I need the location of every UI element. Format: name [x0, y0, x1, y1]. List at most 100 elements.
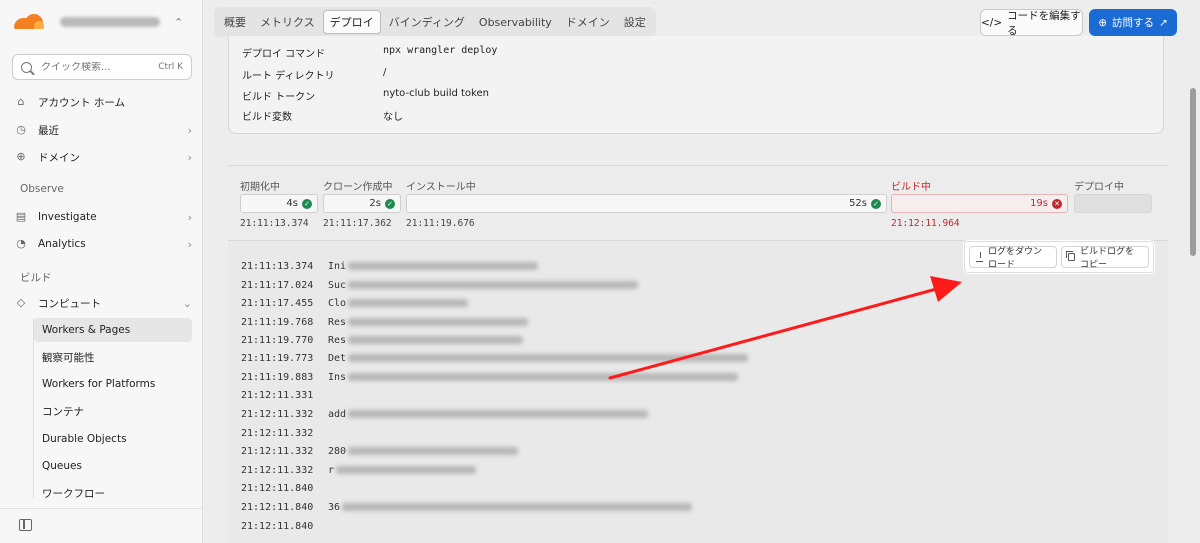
stage-progress: 52s ✓ [406, 194, 887, 213]
stage-timestamp: 21:11:17.362 [323, 218, 392, 229]
subnav-workflows[interactable]: ワークフロー [34, 481, 192, 505]
edit-code-label: コードを編集する [1007, 9, 1081, 37]
stage-name: 初期化中 [240, 182, 280, 193]
log-line: 21:12:11.840 [241, 479, 328, 497]
stage-name: クローン作成中 [323, 182, 393, 193]
subnav-queues[interactable]: Queues [34, 454, 192, 478]
config-label: ビルド トークン [242, 92, 316, 103]
stage-progress: 4s ✓ [240, 194, 318, 213]
tab-domains[interactable]: ドメイン [560, 10, 616, 34]
download-icon [976, 251, 983, 262]
nav-account-home[interactable]: ⌂ アカウント ホーム [14, 90, 192, 114]
stage-progress: 19s ✕ [891, 194, 1068, 213]
copy-log-label: ビルドログをコピー [1079, 247, 1134, 270]
subnav-containers[interactable]: コンテナ [34, 399, 192, 423]
log-line: 21:12:11.332 280 [241, 442, 519, 460]
copy-build-log-button[interactable]: ビルドログをコピー [1061, 246, 1149, 270]
redacted-text [348, 281, 639, 289]
section-observe: Observe [20, 183, 64, 195]
stage-building: ビルド中 [891, 178, 931, 193]
download-log-button[interactable]: ログをダウンロード [969, 246, 1058, 270]
search-input[interactable] [41, 61, 159, 73]
tab-observability[interactable]: Observability [473, 10, 558, 34]
stage-name: ビルド中 [891, 182, 931, 193]
stage-initializing: 初期化中 [240, 178, 280, 193]
build-log: 21:11:13.374 Ini 21:11:17.024 Suc 21:11:17… [228, 240, 1168, 543]
tab-deployments[interactable]: デプロイ [322, 10, 381, 34]
search-icon [21, 61, 32, 73]
log-timestamp: 21:12:11.840 [241, 520, 314, 532]
redacted-text [348, 410, 649, 418]
log-message: Det [328, 352, 347, 364]
subnav-observability[interactable]: 観察可能性 [34, 345, 192, 369]
tab-overview[interactable]: 概要 [218, 10, 252, 34]
log-line: 21:12:11.332 r [241, 461, 477, 479]
chevron-right-icon: › [187, 150, 192, 164]
stage-progress: 2s ✓ [323, 194, 401, 213]
log-message: Ini [328, 260, 347, 272]
log-line: 21:12:11.332 add [241, 405, 649, 423]
nav-investigate[interactable]: ▤ Investigate › [14, 205, 192, 229]
stage-timestamp: 21:12:11.964 [891, 218, 960, 229]
log-message: add [328, 408, 347, 420]
log-timestamp: 21:12:11.332 [241, 445, 314, 457]
stage-name: インストール中 [406, 182, 476, 193]
stage-installing: インストール中 [406, 178, 476, 193]
stage-duration: 19s [1030, 198, 1048, 209]
scrollbar-thumb[interactable] [1190, 88, 1196, 256]
log-message: r [328, 464, 335, 476]
log-actions: ログをダウンロード ビルドログをコピー [964, 241, 1154, 273]
log-message: 280 [328, 445, 347, 457]
log-message: Suc [328, 279, 347, 291]
account-switcher[interactable]: ⌃ [12, 8, 192, 36]
sidebar-footer [0, 508, 203, 543]
redacted-text [348, 299, 469, 307]
account-name [60, 17, 160, 27]
nav-label: コンピュート [38, 297, 101, 310]
stage-timestamp: 21:11:13.374 [240, 218, 309, 229]
log-line: 21:11:17.455 Clo [241, 294, 469, 312]
chevron-right-icon: › [187, 123, 192, 137]
copy-icon [1066, 251, 1075, 261]
check-circle-icon: ✓ [871, 198, 881, 209]
nav-compute[interactable]: ◇ コンピュート ⌄ [14, 291, 192, 315]
subnav-workers-pages[interactable]: Workers & Pages [34, 318, 192, 342]
log-line: 21:11:19.768 Res [241, 313, 529, 331]
nav-label: 最近 [38, 124, 59, 137]
home-icon: ⌂ [17, 95, 25, 108]
edit-code-button[interactable]: </> コードを編集する [980, 9, 1083, 37]
log-timestamp: 21:11:13.374 [241, 260, 314, 272]
tab-settings[interactable]: 設定 [618, 10, 652, 34]
external-link-icon: ↗ [1159, 16, 1168, 29]
redacted-text [336, 466, 477, 474]
log-timestamp: 21:12:11.840 [241, 482, 314, 494]
log-message: 36 [328, 501, 341, 513]
clock-icon: ◷ [16, 123, 26, 136]
stage-duration: 52s [849, 198, 867, 209]
nav-domains[interactable]: ⊕ ドメイン › [14, 145, 192, 169]
log-line: 21:12:11.331 [241, 386, 328, 404]
tab-metrics[interactable]: メトリクス [254, 10, 321, 34]
search-shortcut: Ctrl K [158, 62, 183, 72]
tab-bindings[interactable]: バインディング [383, 10, 471, 34]
log-line: 21:11:19.883 Ins [241, 368, 739, 386]
nav-analytics[interactable]: ◔ Analytics › [14, 232, 192, 256]
log-message: Res [328, 334, 347, 346]
visit-button[interactable]: ⊕ 訪問する ↗ [1089, 9, 1177, 36]
sidebar-toggle-icon[interactable] [19, 519, 32, 531]
build-config-card: デプロイ コマンド npx wrangler deploy ルート ディレクトリ… [228, 36, 1164, 134]
log-timestamp: 21:11:19.768 [241, 316, 314, 328]
check-circle-icon: ✓ [385, 198, 395, 209]
diamond-icon: ◇ [16, 296, 26, 309]
section-build: ビルド [20, 272, 52, 284]
subnav-durable-objects[interactable]: Durable Objects [34, 427, 192, 451]
download-log-label: ログをダウンロード [987, 247, 1042, 270]
globe-icon: ⊕ [1098, 16, 1107, 29]
quick-search[interactable]: Ctrl K [12, 54, 192, 80]
config-value: / [383, 67, 387, 78]
nav-label: アカウント ホーム [38, 96, 126, 109]
log-timestamp: 21:12:11.332 [241, 464, 314, 476]
nav-recent[interactable]: ◷ 最近 › [14, 118, 192, 142]
subnav-workers-for-platforms[interactable]: Workers for Platforms [34, 372, 192, 396]
chart-pie-icon: ◔ [16, 237, 26, 250]
